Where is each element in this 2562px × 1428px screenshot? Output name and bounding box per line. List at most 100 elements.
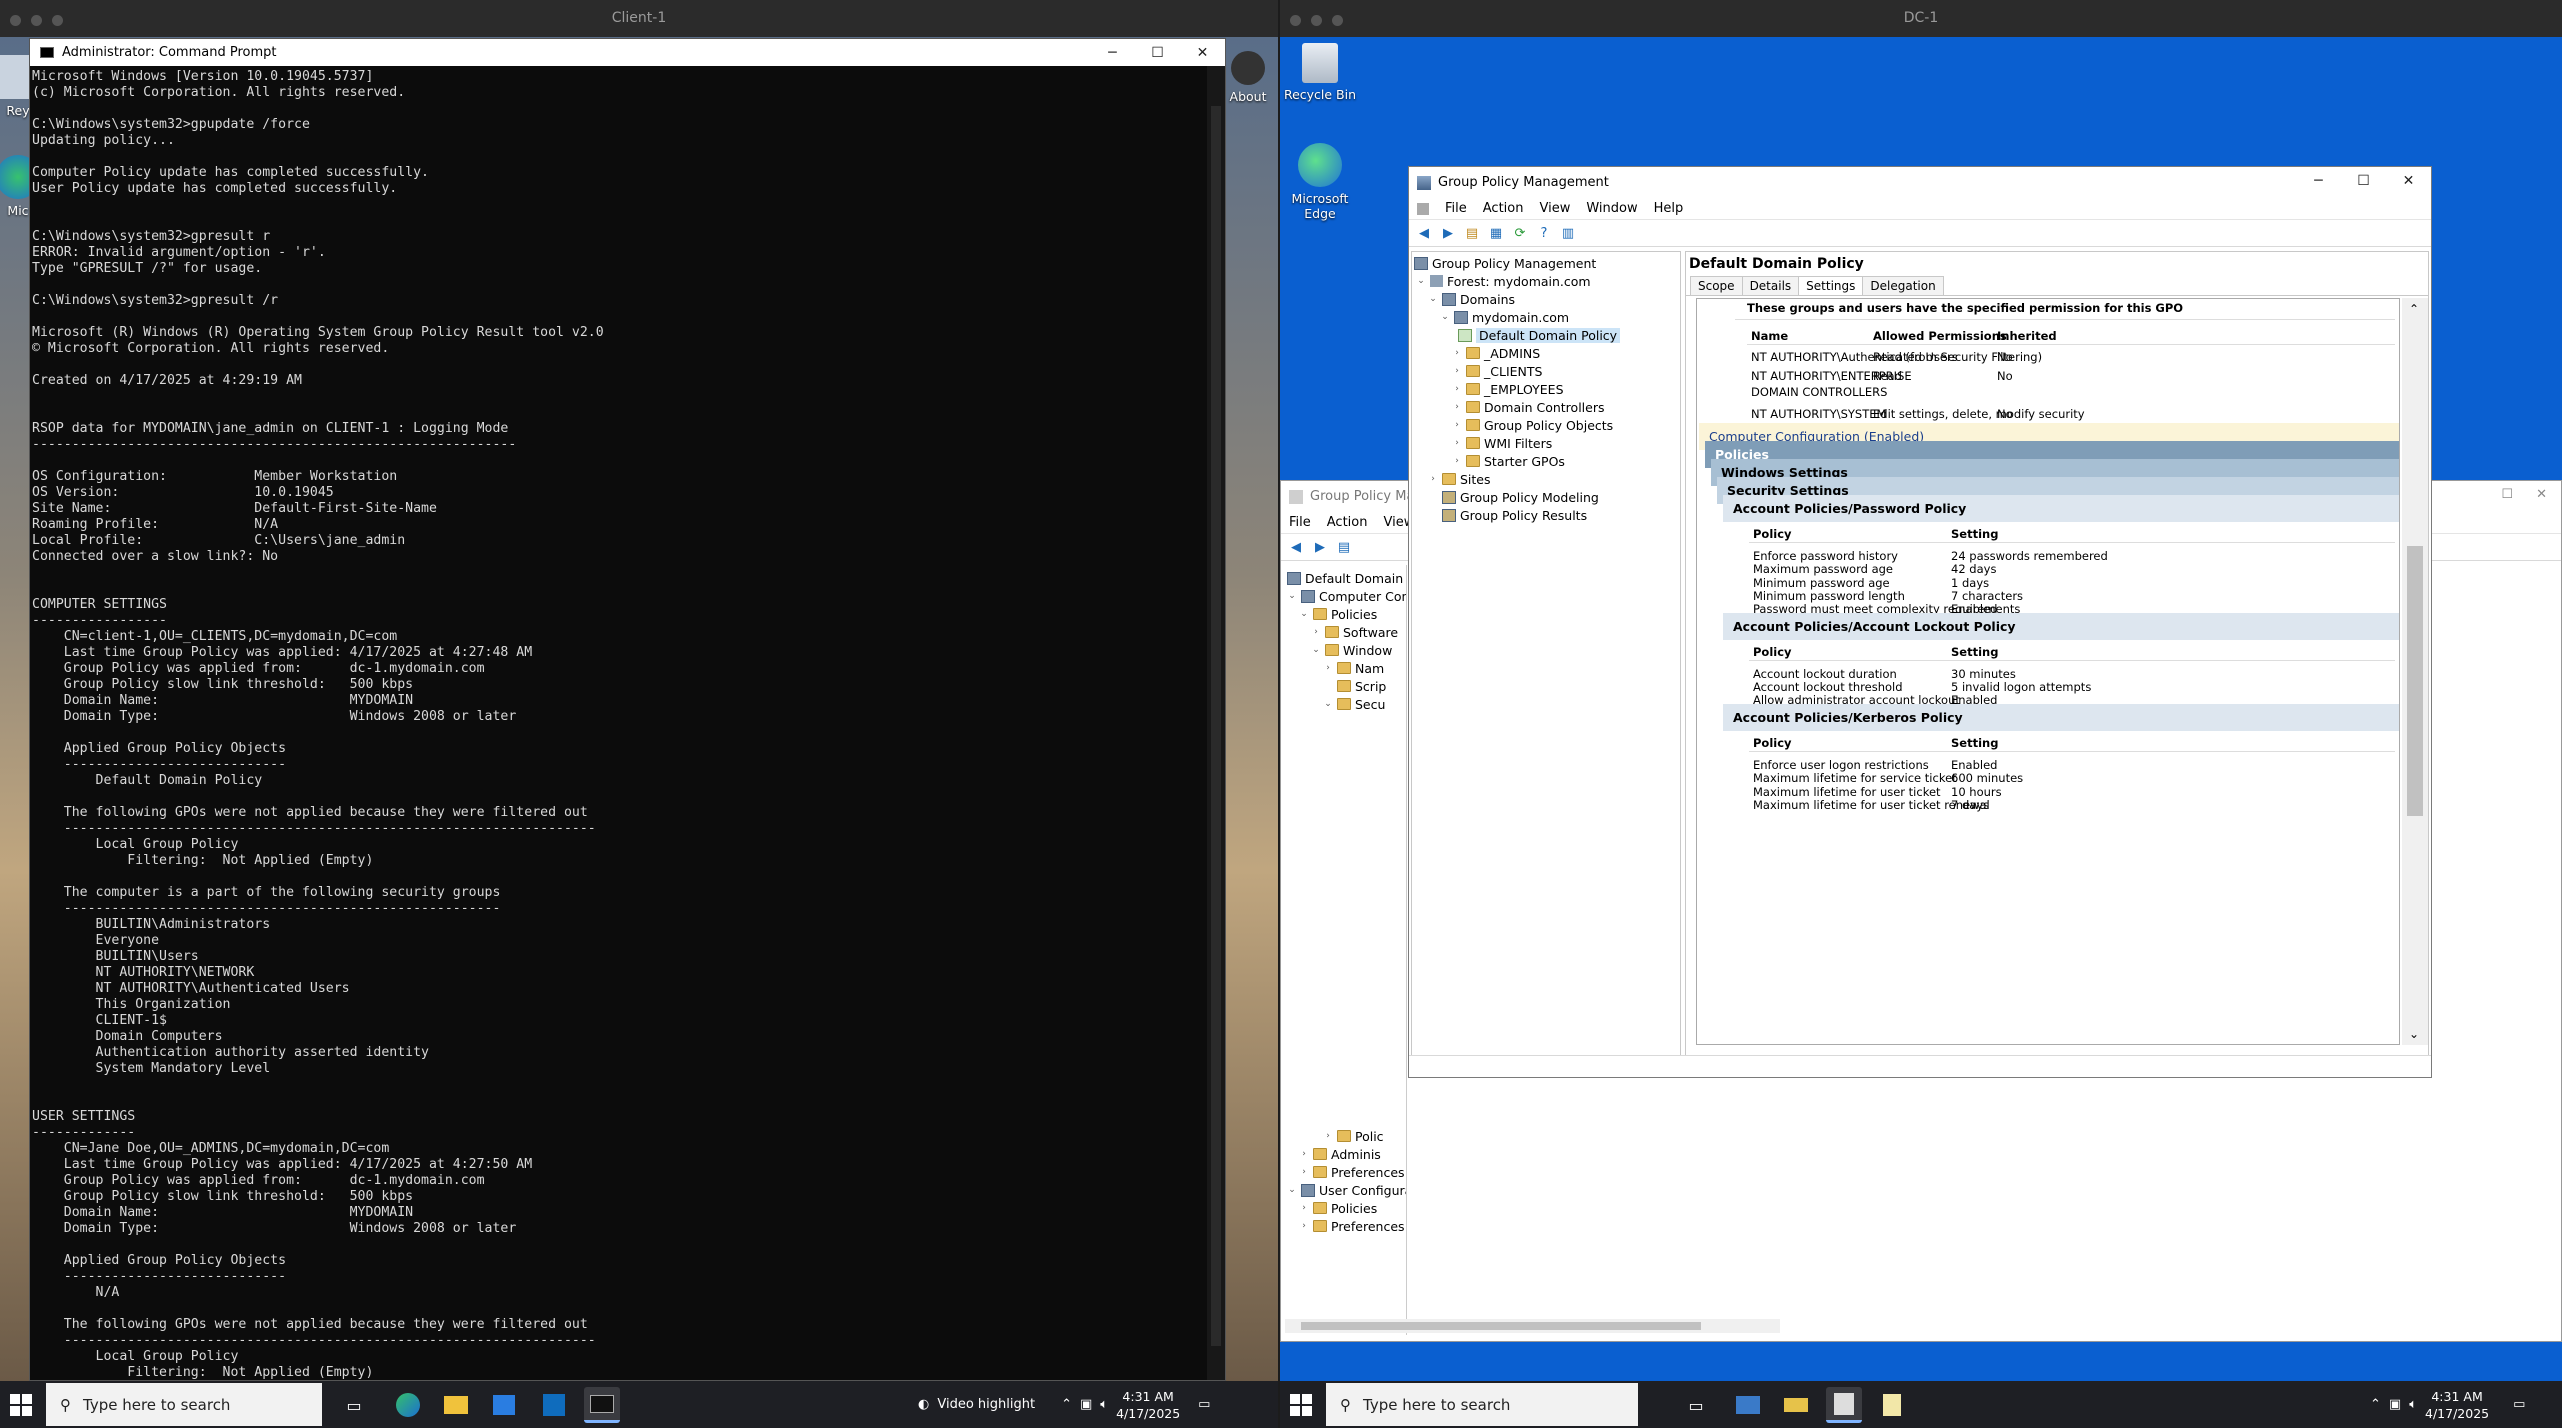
edge-icon[interactable]: Microsoft Edge: [1280, 143, 1360, 221]
gpm-tree[interactable]: Group Policy Management ⌄ Forest: mydomai…: [1411, 251, 1681, 1056]
tree-domain[interactable]: ⌄ mydomain.com: [1440, 308, 1569, 326]
tree-ou[interactable]: › WMI Filters: [1452, 434, 1552, 452]
cmd-titlebar[interactable]: Administrator: Command Prompt ─ ☐ ✕: [30, 39, 1225, 66]
tab-delegation[interactable]: Delegation: [1862, 276, 1944, 295]
menu-window[interactable]: Window: [1586, 201, 1637, 216]
store-taskbar-icon[interactable]: [486, 1387, 522, 1423]
explorer-taskbar-icon[interactable]: [1778, 1387, 1814, 1423]
cmd-line: [32, 1093, 1205, 1109]
menu-file[interactable]: File: [1445, 201, 1467, 216]
kerberos-policy-heading[interactable]: Account Policies/Kerberos Policy: [1723, 704, 2399, 731]
close-button[interactable]: ✕: [1180, 39, 1225, 66]
notifications-icon[interactable]: ▭: [2513, 1397, 2525, 1412]
perm-cell: No: [1997, 350, 2013, 364]
menu-action[interactable]: Action: [1327, 515, 1368, 530]
recycle-bin-icon[interactable]: Recycle Bin: [1280, 43, 1360, 102]
outlook-taskbar-icon[interactable]: [536, 1387, 572, 1423]
edge-taskbar-icon[interactable]: [390, 1387, 426, 1423]
help-icon[interactable]: ?: [1535, 224, 1553, 242]
show-hide-tree-icon[interactable]: ▦: [1487, 224, 1505, 242]
gpm-taskbar-icon[interactable]: [1826, 1387, 1862, 1423]
taskbar-search[interactable]: ⚲ Type here to search: [1326, 1383, 1638, 1426]
tab-details[interactable]: Details: [1741, 276, 1800, 295]
back-icon[interactable]: ◀: [1287, 538, 1305, 556]
tree-ou[interactable]: › _ADMINS: [1452, 344, 1540, 362]
cmd-line: The computer is a part of the following …: [32, 885, 501, 900]
cmd-line: [32, 1301, 1205, 1317]
tree-default-domain-policy[interactable]: Default Domain Policy: [1458, 326, 1621, 344]
tree-ou[interactable]: › Domain Controllers: [1452, 398, 1604, 416]
properties-icon[interactable]: ▥: [1559, 224, 1577, 242]
volume-icon[interactable]: 🔈︎: [1100, 1397, 1108, 1412]
cmd-scrollbar[interactable]: [1207, 66, 1225, 1380]
menu-help[interactable]: Help: [1654, 201, 1684, 216]
start-button[interactable]: [10, 1394, 32, 1416]
close-button[interactable]: ✕: [2386, 167, 2431, 194]
forward-icon[interactable]: ▶: [1311, 538, 1329, 556]
taskbar-search[interactable]: ⚲ Type here to search: [46, 1383, 322, 1426]
widgets-icon[interactable]: ◐: [918, 1397, 929, 1412]
forward-icon[interactable]: ▶: [1439, 224, 1457, 242]
command-prompt-window[interactable]: Administrator: Command Prompt ─ ☐ ✕ Micr…: [29, 38, 1226, 1381]
menu-file[interactable]: File: [1289, 515, 1311, 530]
menu-action[interactable]: Action: [1483, 201, 1524, 216]
cmd-line: [32, 869, 1205, 885]
video-highlight-label[interactable]: Video highlight: [937, 1397, 1035, 1412]
tree-domains[interactable]: ⌄ Domains: [1428, 290, 1515, 308]
editor-tree[interactable]: Default Domain Pol ⌄Computer Conf ⌄Polic…: [1283, 565, 1407, 1335]
clock[interactable]: 4:31 AM 4/17/2025: [2425, 1388, 2489, 1422]
minimize-button[interactable]: ─: [2296, 167, 2341, 194]
group-policy-management-window[interactable]: Group Policy Management ─ ☐ ✕ File Actio…: [1408, 166, 2432, 1078]
task-view-icon[interactable]: ▭: [336, 1387, 372, 1423]
clock[interactable]: 4:31 AM 4/17/2025: [1116, 1388, 1180, 1422]
maximize-button[interactable]: ☐: [1135, 39, 1180, 66]
tab-scope[interactable]: Scope: [1690, 276, 1743, 295]
minimize-button[interactable]: ─: [1090, 39, 1135, 66]
tree-results[interactable]: Group Policy Results: [1428, 506, 1587, 524]
menu-view[interactable]: View: [1539, 201, 1570, 216]
server-manager-taskbar-icon[interactable]: [1730, 1387, 1766, 1423]
network-icon[interactable]: ▣: [2389, 1397, 2401, 1412]
tree-sites[interactable]: › Sites: [1428, 470, 1490, 488]
cmd-line: Updating policy...: [32, 133, 175, 148]
folder-icon[interactable]: ▤: [1335, 538, 1353, 556]
settings-report[interactable]: These groups and users have the specifie…: [1696, 298, 2400, 1045]
tab-settings[interactable]: Settings: [1798, 276, 1864, 295]
password-policy-heading[interactable]: Account Policies/Password Policy: [1723, 495, 2399, 522]
gpm-titlebar[interactable]: Group Policy Management ─ ☐ ✕: [1409, 167, 2431, 198]
cmd-line: Applied Group Policy Objects: [32, 1253, 287, 1268]
cmd-taskbar-icon[interactable]: [584, 1387, 620, 1423]
tree-root[interactable]: Group Policy Management: [1414, 254, 1596, 272]
chevron-up-icon[interactable]: ⌃: [1061, 1397, 1072, 1412]
notepad-taskbar-icon[interactable]: [1874, 1387, 1910, 1423]
editor-hscroll[interactable]: [1285, 1319, 1780, 1333]
cmd-output[interactable]: Microsoft Windows [Version 10.0.19045.57…: [32, 69, 1205, 1380]
start-button[interactable]: [1290, 1394, 1312, 1416]
report-scrollbar[interactable]: ⌃ ⌄: [2402, 298, 2428, 1045]
back-icon[interactable]: ◀: [1415, 224, 1433, 242]
tree-ou[interactable]: › _EMPLOYEES: [1452, 380, 1563, 398]
tree-modeling[interactable]: Group Policy Modeling: [1428, 488, 1599, 506]
refresh-icon[interactable]: ⟳: [1511, 224, 1529, 242]
tree-forest[interactable]: ⌄ Forest: mydomain.com: [1416, 272, 1590, 290]
cmd-line: ----------------------------------------…: [32, 901, 501, 916]
cmd-line: RSOP data for MYDOMAIN\jane_admin on CLI…: [32, 421, 509, 436]
cmd-line: Created on ‎4/‎17/‎2025 at 4:29:19 AM: [32, 373, 302, 388]
gpm-menu-icon[interactable]: [1417, 202, 1429, 215]
volume-icon[interactable]: 🔈︎: [2409, 1397, 2417, 1412]
cmd-line: Last time Group Policy was applied: 4/17…: [32, 645, 533, 660]
cmd-line: Applied Group Policy Objects: [32, 741, 287, 756]
notifications-icon[interactable]: ▭: [1198, 1397, 1210, 1412]
cmd-line: ----------------------------------------…: [32, 1333, 596, 1348]
chevron-up-icon[interactable]: ⌃: [2370, 1397, 2381, 1412]
network-icon[interactable]: ▣: [1080, 1397, 1092, 1412]
tree-ou[interactable]: › _CLIENTS: [1452, 362, 1542, 380]
tree-ou[interactable]: › Group Policy Objects: [1452, 416, 1613, 434]
tree-ou[interactable]: › Starter GPOs: [1452, 452, 1565, 470]
task-view-icon[interactable]: ▭: [1678, 1387, 1714, 1423]
lockout-policy-heading[interactable]: Account Policies/Account Lockout Policy: [1723, 613, 2399, 640]
up-folder-icon[interactable]: ▤: [1463, 224, 1481, 242]
explorer-taskbar-icon[interactable]: [438, 1387, 474, 1423]
maximize-button[interactable]: ☐: [2341, 167, 2386, 194]
cmd-line: Connected over a slow link?: No: [32, 549, 279, 564]
